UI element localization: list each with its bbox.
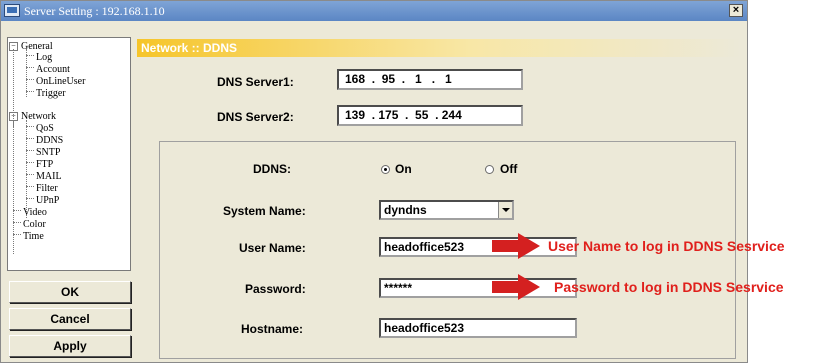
ddns-label: DDNS: (253, 162, 291, 176)
panel-header: Network :: DDNS (137, 39, 742, 57)
user-name-annotation: User Name to log in DDNS Sesrvice (548, 238, 785, 254)
password-label: Password: (245, 282, 306, 296)
tree-node-video[interactable]: Video (13, 207, 47, 218)
settings-tree: − General Log Account OnLineUser Trigger … (7, 37, 131, 271)
collapse-icon[interactable]: − (9, 42, 18, 51)
tree-node-label: QoS (36, 123, 54, 134)
server-setting-window: Server Setting : 192.168.1.10 × − General… (0, 0, 748, 363)
ddns-off-radio[interactable] (485, 165, 494, 174)
tree-node-ddns[interactable]: DDNS (26, 135, 63, 146)
tree-node-label: UPnP (36, 195, 60, 206)
password-annotation: Password to log in DDNS Sesrvice (554, 279, 784, 295)
tree-node-label: Color (23, 219, 46, 230)
arrow-right-icon (492, 233, 540, 259)
ok-button[interactable]: OK (9, 281, 131, 303)
tree-node-trigger[interactable]: Trigger (26, 88, 66, 99)
tree-node-account[interactable]: Account (26, 64, 70, 75)
collapse-icon[interactable]: − (9, 112, 18, 121)
tree-node-qos[interactable]: QoS (26, 123, 54, 134)
dns-server2-field[interactable]: 139 . 175 . 55 . 244 (337, 105, 523, 126)
tree-node-label: Video (23, 207, 47, 218)
tree-node-label: SNTP (36, 147, 61, 158)
tree-node-mail[interactable]: MAIL (26, 171, 62, 182)
system-name-value: dyndns (384, 203, 427, 217)
title-bar: Server Setting : 192.168.1.10 × (1, 1, 747, 21)
arrow-right-icon (492, 274, 540, 300)
dns-server2-label: DNS Server2: (217, 110, 294, 124)
app-icon (4, 4, 20, 17)
tree-node-label: FTP (36, 159, 54, 170)
password-field[interactable]: ****** (379, 278, 577, 298)
tree-node-time[interactable]: Time (13, 231, 44, 242)
tree-node-upnp[interactable]: UPnP (26, 195, 59, 206)
cancel-button[interactable]: Cancel (9, 308, 131, 330)
system-name-select[interactable]: dyndns (379, 200, 514, 220)
tree-node-label: DDNS (36, 135, 64, 146)
close-button[interactable]: × (729, 4, 743, 17)
tree-node-label: Trigger (36, 88, 66, 99)
dns-server1-field[interactable]: 168 . 95 . 1 . 1 (337, 69, 523, 90)
dns-server1-label: DNS Server1: (217, 75, 294, 89)
tree-node-network[interactable]: − Network (9, 111, 56, 122)
ddns-off-label: Off (500, 162, 518, 176)
tree-node-general[interactable]: − General (9, 41, 53, 52)
tree-node-filter[interactable]: Filter (26, 183, 58, 194)
system-name-label: System Name: (223, 204, 306, 218)
ddns-on-label: On (395, 162, 412, 176)
tree-node-ftp[interactable]: FTP (26, 159, 53, 170)
hostname-label: Hostname: (241, 322, 304, 336)
tree-node-sntp[interactable]: SNTP (26, 147, 60, 158)
tree-node-color[interactable]: Color (13, 219, 46, 230)
tree-node-label: OnLineUser (36, 76, 86, 87)
user-name-label: User Name: (239, 241, 306, 255)
tree-node-label: Time (23, 231, 44, 242)
window-title: Server Setting : 192.168.1.10 (24, 4, 165, 18)
tree-node-label: General (21, 41, 53, 52)
ddns-on-radio[interactable] (381, 165, 390, 174)
tree-node-label: MAIL (36, 171, 62, 182)
tree-node-label: Account (36, 64, 70, 75)
hostname-field[interactable]: headoffice523 (379, 318, 577, 338)
tree-node-label: Network (21, 111, 56, 122)
tree-node-label: Filter (36, 183, 58, 194)
tree-node-log[interactable]: Log (26, 52, 52, 63)
tree-node-onlineuser[interactable]: OnLineUser (26, 76, 85, 87)
dropdown-arrow-icon[interactable] (498, 202, 512, 218)
apply-button[interactable]: Apply (9, 335, 131, 357)
tree-node-label: Log (36, 52, 53, 63)
